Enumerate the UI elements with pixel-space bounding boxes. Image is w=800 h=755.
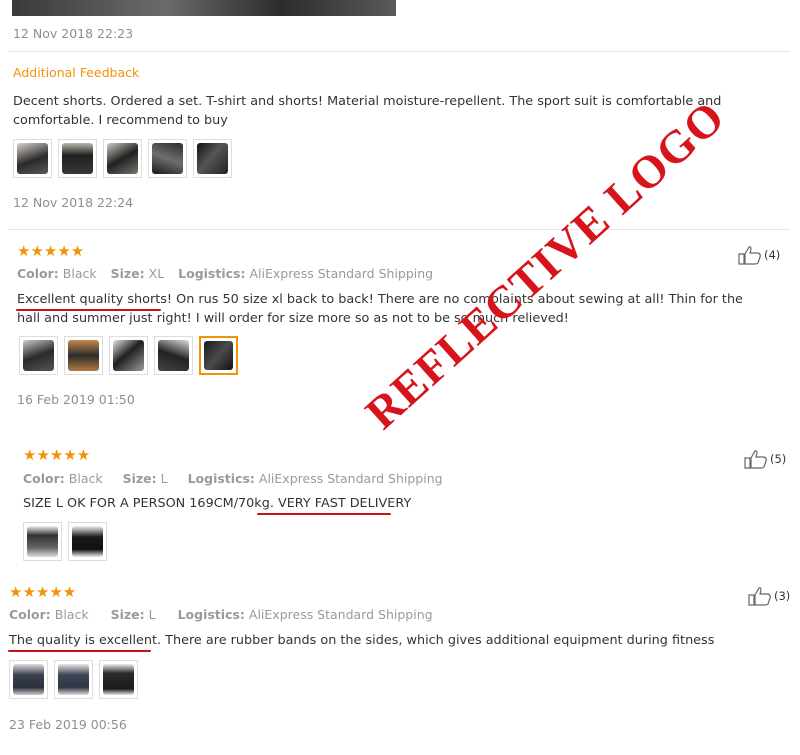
review-photo-thumb-selected[interactable] xyxy=(199,336,238,375)
helpful-button[interactable]: (5) xyxy=(744,449,786,469)
review-photo-thumb[interactable] xyxy=(154,336,193,375)
review-meta: Color: Black Size: XL Logistics: AliExpr… xyxy=(17,266,434,281)
review-text: The quality is excellent. There are rubb… xyxy=(9,633,715,648)
additional-feedback-date: 12 Nov 2018 22:24 xyxy=(13,195,134,210)
helpful-count: (3) xyxy=(774,589,791,603)
highlight-underline xyxy=(16,309,161,311)
review-photo-thumb[interactable] xyxy=(9,660,48,699)
review-photo-partial[interactable] xyxy=(12,0,396,16)
watermark-text: REFLECTIVE LOGO xyxy=(355,90,735,439)
review-photo-thumb[interactable] xyxy=(193,139,232,178)
review-text: SIZE L OK FOR A PERSON 169CM/70kg. VERY … xyxy=(23,496,412,511)
helpful-button[interactable]: (4) xyxy=(738,245,780,265)
divider xyxy=(8,229,790,230)
review-date: 16 Feb 2019 01:50 xyxy=(17,392,135,407)
review-photos xyxy=(19,336,238,375)
additional-photos xyxy=(13,139,232,178)
thumbs-up-icon xyxy=(738,246,761,265)
review-photo-thumb[interactable] xyxy=(58,139,97,178)
helpful-button[interactable]: (3) xyxy=(748,586,790,606)
review-photo-thumb[interactable] xyxy=(148,139,187,178)
helpful-count: (5) xyxy=(770,452,787,466)
review-photo-thumb[interactable] xyxy=(54,660,93,699)
additional-feedback-text: Decent shorts. Ordered a set. T-shirt an… xyxy=(13,94,722,128)
helpful-count: (4) xyxy=(764,248,781,262)
divider xyxy=(8,51,790,52)
thumbs-up-icon xyxy=(744,450,767,469)
rating-stars: ★★★★★ xyxy=(9,583,77,601)
review-date: 23 Feb 2019 00:56 xyxy=(9,717,127,732)
review-photo-thumb[interactable] xyxy=(19,336,58,375)
review-photo-thumb[interactable] xyxy=(68,522,107,561)
review-photo-thumb[interactable] xyxy=(109,336,148,375)
review-photo-thumb[interactable] xyxy=(103,139,142,178)
review-date: 12 Nov 2018 22:23 xyxy=(13,26,134,41)
review-photo-thumb[interactable] xyxy=(23,522,62,561)
rating-stars: ★★★★★ xyxy=(23,446,91,464)
review-photo-thumb[interactable] xyxy=(13,139,52,178)
highlight-underline xyxy=(8,650,151,652)
thumbs-up-icon xyxy=(748,587,771,606)
highlight-underline xyxy=(257,513,391,515)
review-photo-thumb[interactable] xyxy=(64,336,103,375)
review-photo-thumb[interactable] xyxy=(99,660,138,699)
additional-feedback-title: Additional Feedback xyxy=(13,65,140,80)
review-photos xyxy=(9,660,138,699)
review-meta: Color: Black Size: L Logistics: AliExpre… xyxy=(9,607,433,622)
rating-stars: ★★★★★ xyxy=(17,242,85,260)
review-photos xyxy=(23,522,107,561)
review-meta: Color: Black Size: L Logistics: AliExpre… xyxy=(23,471,443,486)
